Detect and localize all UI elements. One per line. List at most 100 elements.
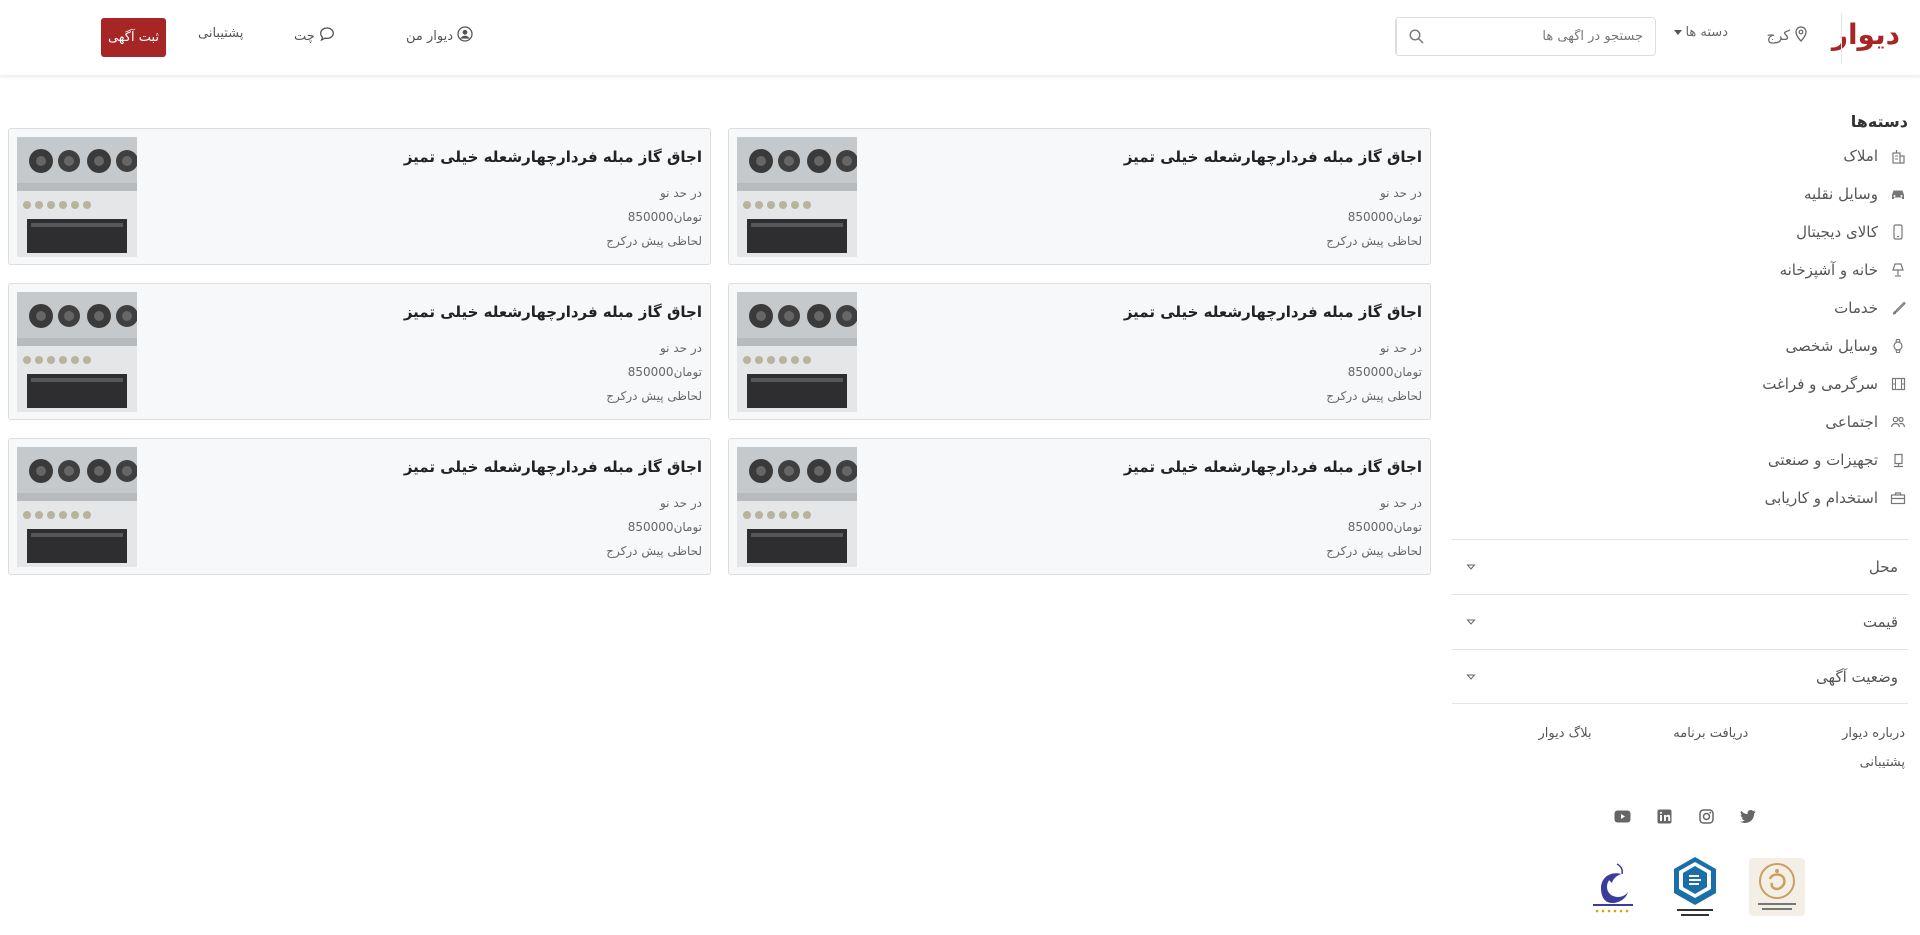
filter-label: محل (1868, 558, 1898, 576)
category-item-jobs[interactable]: استخدام و کاریابی (1438, 479, 1908, 517)
listing-time: لحاظی پیش درکرج (606, 389, 702, 403)
location-pin-icon (1794, 26, 1808, 46)
chevron-down-icon (1466, 619, 1476, 625)
category-item-personal[interactable]: وسایل شخصی (1438, 327, 1908, 365)
listing-condition: در حد نو (1379, 496, 1422, 510)
car-icon (1888, 184, 1908, 204)
listing-card[interactable]: اجاق گاز مبله فردارچهارشعله خیلی تمیز در… (728, 128, 1431, 265)
phone-icon (1888, 222, 1908, 242)
filter-location[interactable]: محل (1452, 539, 1908, 594)
category-item-industrial[interactable]: تجهیزات و صنعتی (1438, 441, 1908, 479)
listing-time: لحاظی پیش درکرج (1326, 234, 1422, 248)
listing-price: تومان850000 (1348, 210, 1422, 224)
category-label: استخدام و کاریابی (1764, 489, 1878, 507)
category-item-home-kitchen[interactable]: خانه و آشپزخانه (1438, 251, 1908, 289)
category-item-digital[interactable]: کالای دیجیتال (1438, 213, 1908, 251)
categories-label: دسته ها (1685, 25, 1728, 40)
listing-currency: تومان (1393, 520, 1422, 534)
youtube-icon[interactable] (1612, 806, 1632, 826)
listing-photo (737, 447, 857, 567)
listing-condition: در حد نو (659, 186, 702, 200)
listing-card[interactable]: اجاق گاز مبله فردارچهارشعله خیلی تمیز در… (8, 128, 711, 265)
listing-price: تومان850000 (1348, 365, 1422, 379)
listing-time: لحاظی پیش درکرج (606, 544, 702, 558)
filter-panel: محل قیمت وضعیت آگهی (1452, 539, 1908, 704)
film-icon (1888, 374, 1908, 394)
listing-card[interactable]: اجاق گاز مبله فردارچهارشعله خیلی تمیز در… (728, 438, 1431, 575)
support-link[interactable]: پشتیبانی (198, 26, 243, 41)
listing-title: اجاق گاز مبله فردارچهارشعله خیلی تمیز (403, 148, 702, 166)
listing-card[interactable]: اجاق گاز مبله فردارچهارشعله خیلی تمیز در… (8, 283, 711, 420)
trust-badges (1582, 853, 1808, 921)
listing-photo (737, 137, 857, 257)
search-box (1395, 17, 1656, 56)
listing-card[interactable]: اجاق گاز مبله فردارچهارشعله خیلی تمیز در… (8, 438, 711, 575)
listing-price-value: 850000 (627, 365, 674, 379)
listing-photo (17, 447, 137, 567)
chat-label: چت (294, 28, 315, 44)
listing-price-value: 850000 (1347, 520, 1394, 534)
listing-title: اجاق گاز مبله فردارچهارشعله خیلی تمیز (403, 458, 702, 476)
listing-card[interactable]: اجاق گاز مبله فردارچهارشعله خیلی تمیز در… (728, 283, 1431, 420)
category-item-services[interactable]: خدمات (1438, 289, 1908, 327)
watch-icon (1888, 336, 1908, 356)
filter-label: وضعیت آگهی (1816, 667, 1898, 686)
listing-condition: در حد نو (1379, 341, 1422, 355)
listing-time: لحاظی پیش درکرج (1326, 389, 1422, 403)
category-item-vehicles[interactable]: وسایل نقلیه (1438, 175, 1908, 213)
building-icon (1888, 146, 1908, 166)
chat-link[interactable]: چت (294, 26, 335, 46)
footer-link-about[interactable]: درباره دیوار (1748, 726, 1905, 741)
listing-photo (17, 292, 137, 412)
footer-link-blog[interactable]: بلاگ دیوار (1435, 726, 1592, 741)
sidebar-title: دسته‌ها (1850, 112, 1908, 131)
top-header: دیوار کرج دسته ها دیوار من چت پشتیبانی ث… (0, 0, 1920, 76)
people-icon (1888, 412, 1908, 432)
listing-grid: اجاق گاز مبله فردارچهارشعله خیلی تمیز در… (8, 128, 1432, 575)
industry-icon (1888, 450, 1908, 470)
filter-label: قیمت (1862, 613, 1898, 631)
listing-price-value: 850000 (1347, 365, 1394, 379)
category-item-entertainment[interactable]: سرگرمی و فراغت (1438, 365, 1908, 403)
listing-price-value: 850000 (627, 210, 674, 224)
footer-link-download-app[interactable]: دریافت برنامه (1592, 726, 1748, 741)
my-divar-link[interactable]: دیوار من (406, 26, 473, 46)
chevron-down-icon (1674, 30, 1683, 35)
lamp-icon (1888, 260, 1908, 280)
listing-price-value: 850000 (1347, 210, 1394, 224)
category-label: سرگرمی و فراغت (1762, 375, 1878, 393)
enamad-badge[interactable] (1582, 853, 1644, 921)
category-item-social[interactable]: اجتماعی (1438, 403, 1908, 441)
listing-photo (17, 137, 137, 257)
listing-title: اجاق گاز مبله فردارچهارشعله خیلی تمیز (1123, 458, 1422, 476)
filter-ad-status[interactable]: وضعیت آگهی (1452, 649, 1908, 704)
samandehi-badge[interactable] (1746, 853, 1808, 921)
footer-link-support[interactable]: پشتیبانی (1739, 755, 1905, 770)
category-sidebar: دسته‌ها املاک وسایل نقلیه کالای دیجیتال … (1438, 112, 1908, 517)
chevron-down-icon (1466, 564, 1476, 570)
nezam-senfi-badge[interactable] (1664, 853, 1726, 921)
instagram-icon[interactable] (1696, 806, 1716, 826)
search-input[interactable] (1436, 18, 1655, 55)
city-selector[interactable]: کرج (1767, 26, 1808, 46)
category-label: وسایل شخصی (1785, 337, 1878, 355)
search-button[interactable] (1396, 18, 1436, 55)
social-links (1612, 806, 1758, 826)
listing-title: اجاق گاز مبله فردارچهارشعله خیلی تمیز (1123, 148, 1422, 166)
linkedin-icon[interactable] (1654, 806, 1674, 826)
category-label: کالای دیجیتال (1796, 223, 1878, 241)
category-item-real-estate[interactable]: املاک (1438, 137, 1908, 175)
listing-time: لحاظی پیش درکرج (1326, 544, 1422, 558)
city-label: کرج (1766, 28, 1790, 44)
twitter-icon[interactable] (1738, 806, 1758, 826)
category-label: تجهیزات و صنعتی (1767, 451, 1878, 469)
category-label: وسایل نقلیه (1804, 185, 1878, 203)
listing-condition: در حد نو (1379, 186, 1422, 200)
post-ad-button[interactable]: ثبت آگهی (101, 18, 166, 57)
header-divider (1841, 14, 1842, 64)
categories-dropdown[interactable]: دسته ها (1674, 25, 1728, 40)
search-icon (1409, 29, 1424, 44)
listing-title: اجاق گاز مبله فردارچهارشعله خیلی تمیز (1123, 303, 1422, 321)
divar-logo[interactable]: دیوار (1832, 18, 1901, 51)
filter-price[interactable]: قیمت (1452, 594, 1908, 649)
